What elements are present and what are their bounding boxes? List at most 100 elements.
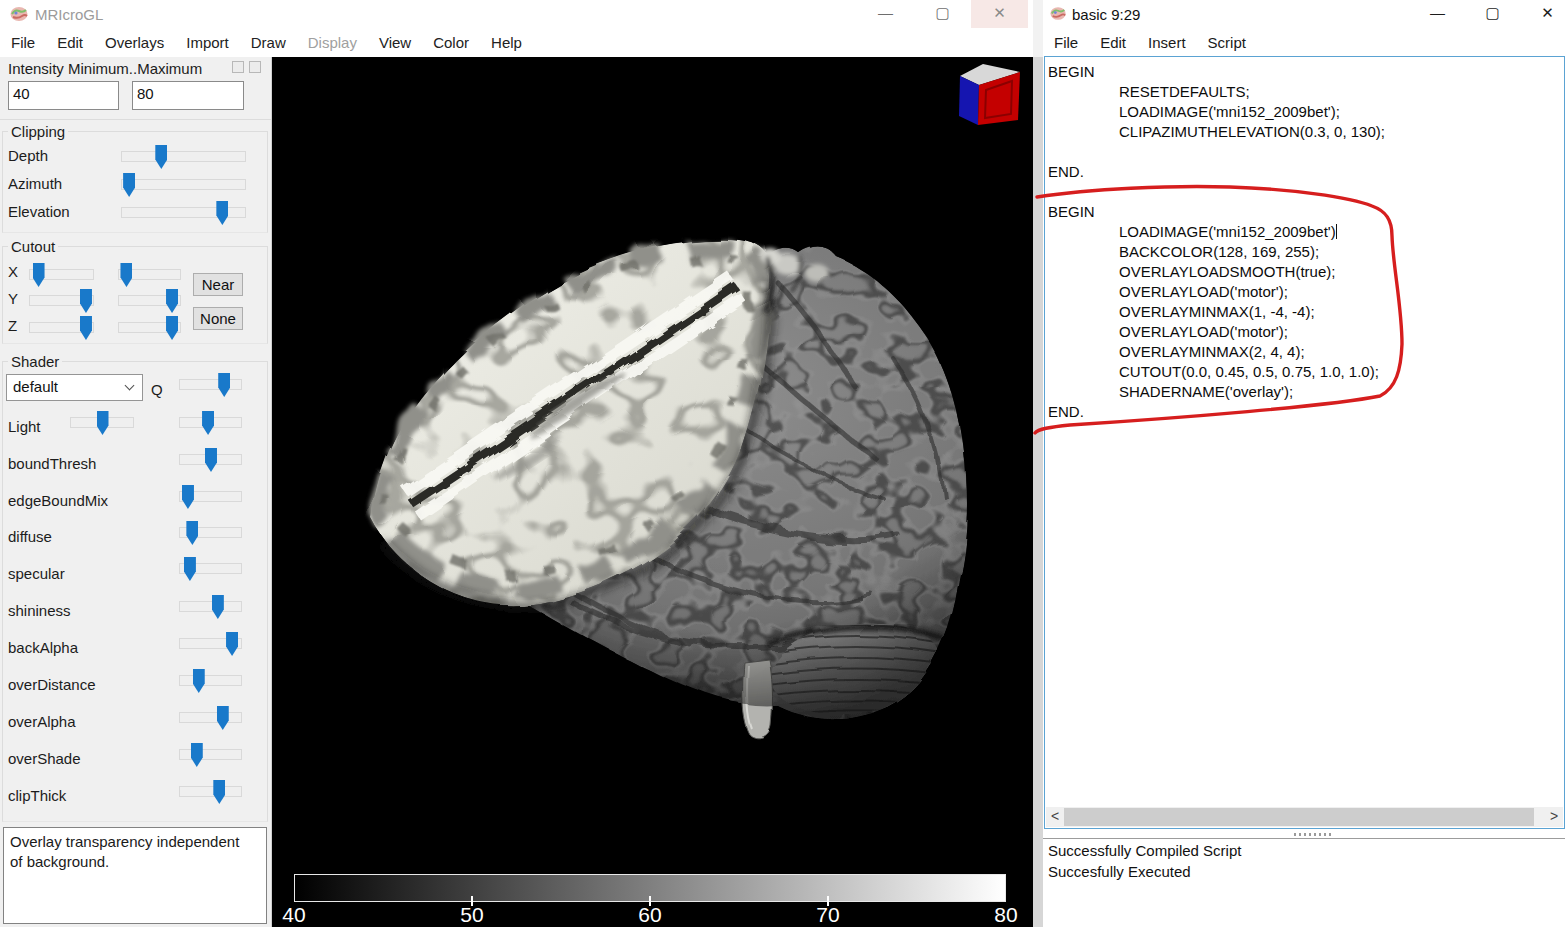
script-menu-file[interactable]: File [1043, 34, 1089, 51]
script-line[interactable] [1048, 182, 1562, 202]
script-editor[interactable]: BEGINRESETDEFAULTS;LOADIMAGE('mni152_200… [1044, 56, 1565, 829]
overshade-slider[interactable] [179, 749, 242, 760]
window-gap-strip [1033, 0, 1043, 927]
status-panel: Successfully Compiled Script Succesfully… [1043, 838, 1565, 927]
overalpha-slider[interactable] [179, 712, 242, 723]
script-menu-edit[interactable]: Edit [1089, 34, 1137, 51]
script-close-button[interactable]: ✕ [1519, 0, 1565, 28]
intensity-max-input[interactable]: 80 [132, 81, 244, 110]
script-minimize-button[interactable]: — [1409, 0, 1466, 28]
q-slider[interactable] [179, 379, 242, 390]
diffuse-slider[interactable] [179, 527, 242, 538]
minimize-button[interactable]: — [857, 0, 914, 28]
script-line[interactable]: END. [1048, 162, 1562, 182]
menu-draw[interactable]: Draw [240, 34, 297, 51]
elevation-slider[interactable] [121, 207, 246, 218]
script-line[interactable]: BEGIN [1048, 62, 1562, 82]
script-line[interactable]: RESETDEFAULTS; [1048, 82, 1562, 102]
script-line[interactable]: LOADIMAGE('mni152_2009bet') [1048, 222, 1562, 242]
script-line[interactable]: SHADERNAME('overlay'); [1048, 382, 1562, 402]
cutout-x-slider-1[interactable] [29, 269, 94, 280]
q-label: Q [151, 381, 163, 398]
cutout-group-label: Cutout [8, 238, 58, 255]
render-viewport[interactable]: 40 50 60 70 80 [272, 57, 1033, 927]
script-menu-insert[interactable]: Insert [1137, 34, 1197, 51]
intensity-checkbox-2[interactable] [249, 61, 261, 73]
intensity-checkbox-1[interactable] [232, 61, 244, 73]
menu-view[interactable]: View [368, 34, 422, 51]
colorbar-label-80: 80 [994, 903, 1017, 927]
colorbar-label-40: 40 [282, 903, 305, 927]
menu-edit[interactable]: Edit [46, 34, 94, 51]
maximize-button[interactable]: ▢ [914, 0, 971, 28]
azimuth-slider[interactable] [121, 179, 246, 190]
script-line[interactable]: OVERLAYMINMAX(1, -4, -4); [1048, 302, 1562, 322]
cutout-y-slider-1[interactable] [29, 295, 94, 306]
text-caret [1336, 224, 1337, 239]
menu-help[interactable]: Help [480, 34, 533, 51]
depth-label: Depth [8, 147, 48, 164]
overalpha-label: overAlpha [8, 713, 76, 730]
shader-preset-value: default [13, 378, 58, 395]
cutout-z-slider-1[interactable] [29, 322, 94, 333]
cutout-x-slider-2[interactable] [118, 269, 181, 280]
menu-display[interactable]: Display [297, 34, 368, 51]
script-line[interactable]: OVERLAYLOADSMOOTH(true); [1048, 262, 1562, 282]
control-panel: Intensity Minimum..Maximum 40 80 Clippin… [0, 57, 272, 927]
menu-overlays[interactable]: Overlays [94, 34, 175, 51]
script-menubar: File Edit Insert Script [1043, 28, 1565, 56]
status-line-2: Succesfully Executed [1048, 863, 1191, 880]
splitter[interactable] [1043, 830, 1565, 838]
script-maximize-button[interactable]: ▢ [1464, 0, 1521, 28]
colorbar-label-50: 50 [460, 903, 483, 927]
script-menu-script[interactable]: Script [1197, 34, 1257, 51]
light-slider-left[interactable] [70, 417, 134, 428]
shininess-slider[interactable] [179, 601, 242, 612]
script-line[interactable]: OVERLAYMINMAX(2, 4, 4); [1048, 342, 1562, 362]
script-line[interactable] [1048, 142, 1562, 162]
cutout-y-slider-2[interactable] [118, 295, 181, 306]
light-label: Light [8, 418, 41, 435]
brain-render [272, 57, 1033, 870]
script-line[interactable]: BACKCOLOR(128, 169, 255); [1048, 242, 1562, 262]
mricrogl-titlebar[interactable]: MRIcroGL — ▢ ✕ [0, 0, 1033, 28]
screen: MRIcroGL — ▢ ✕ File Edit Overlays Import… [0, 0, 1565, 927]
diffuse-label: diffuse [8, 528, 52, 545]
scroll-right-arrow[interactable]: > [1545, 807, 1563, 827]
clipthick-label: clipThick [8, 787, 66, 804]
script-line[interactable]: BEGIN [1048, 202, 1562, 222]
intensity-min-input[interactable]: 40 [8, 81, 119, 110]
horizontal-scrollbar[interactable]: < > [1046, 807, 1563, 827]
light-slider-right[interactable] [179, 417, 242, 428]
menu-file[interactable]: File [0, 34, 46, 51]
specular-slider[interactable] [179, 563, 242, 574]
depth-slider[interactable] [121, 151, 246, 162]
script-line[interactable]: CLIPAZIMUTHELEVATION(0.3, 0, 130); [1048, 122, 1562, 142]
scrollbar-thumb[interactable] [1064, 808, 1534, 826]
script-line[interactable]: OVERLAYLOAD('motor'); [1048, 282, 1562, 302]
near-button[interactable]: Near [193, 273, 243, 296]
script-line[interactable]: LOADIMAGE('mni152_2009bet'); [1048, 102, 1562, 122]
script-line[interactable]: CUTOUT(0.0, 0.45, 0.5, 0.75, 1.0, 1.0); [1048, 362, 1562, 382]
none-button[interactable]: None [193, 307, 243, 330]
shader-group-label: Shader [8, 353, 62, 370]
menu-import[interactable]: Import [175, 34, 240, 51]
script-window-titlebar[interactable]: basic 9:29 — ▢ ✕ [1043, 0, 1565, 28]
mricrogl-menubar: File Edit Overlays Import Draw Display V… [0, 28, 1033, 57]
script-line[interactable]: OVERLAYLOAD('motor'); [1048, 322, 1562, 342]
overdistance-slider[interactable] [179, 675, 242, 686]
script-line[interactable]: END. [1048, 402, 1562, 422]
scroll-left-arrow[interactable]: < [1046, 807, 1064, 827]
script-title-text: basic 9:29 [1072, 6, 1140, 23]
shader-preset-dropdown[interactable]: default [6, 374, 143, 401]
backalpha-slider[interactable] [179, 638, 242, 649]
cutout-z-slider-2[interactable] [118, 322, 181, 333]
clipthick-slider[interactable] [179, 786, 242, 797]
mricrogl-app-icon [10, 6, 29, 22]
close-button[interactable]: ✕ [971, 0, 1028, 28]
mricrogl-window: MRIcroGL — ▢ ✕ File Edit Overlays Import… [0, 0, 1033, 927]
boundthresh-slider[interactable] [179, 454, 242, 465]
edgeboundmix-slider[interactable] [179, 491, 242, 502]
menu-color[interactable]: Color [422, 34, 480, 51]
script-app-icon [1050, 6, 1067, 21]
